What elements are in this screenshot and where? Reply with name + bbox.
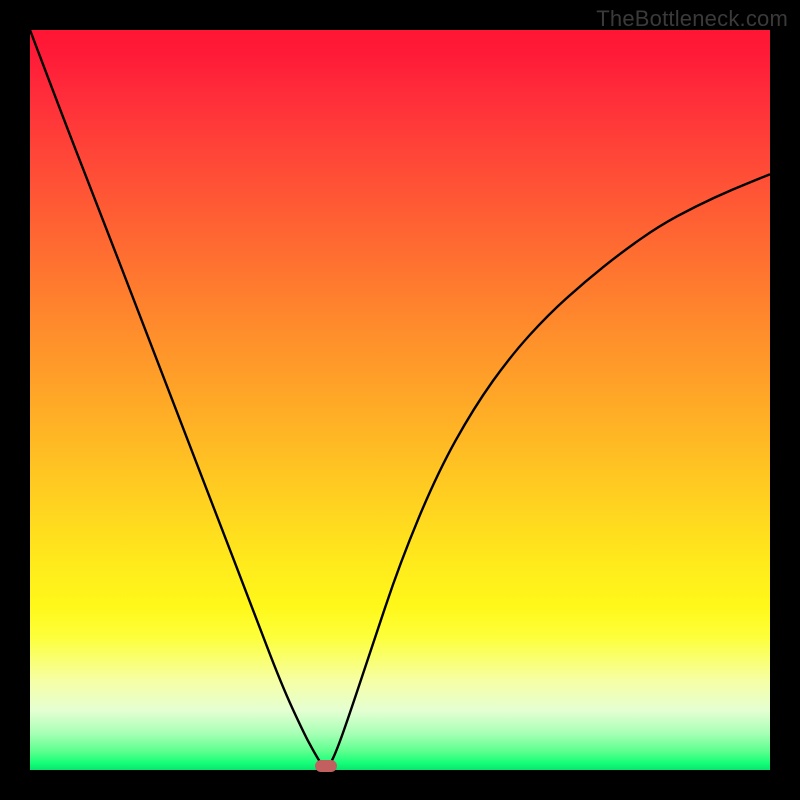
bottleneck-curve — [30, 30, 770, 769]
minimum-marker — [315, 760, 337, 772]
watermark-text: TheBottleneck.com — [596, 6, 788, 32]
curve-svg — [30, 30, 770, 770]
chart-frame: TheBottleneck.com — [0, 0, 800, 800]
plot-area — [30, 30, 770, 770]
